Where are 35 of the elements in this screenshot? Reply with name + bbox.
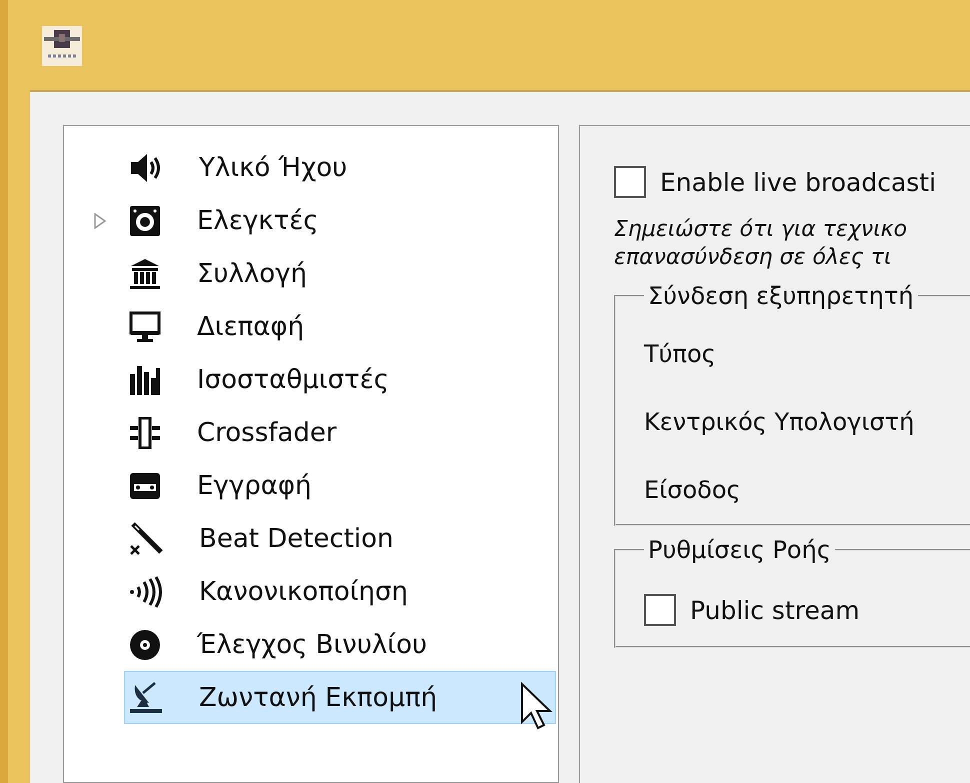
monitor-icon bbox=[129, 310, 161, 342]
sound-waves-icon bbox=[129, 576, 163, 608]
cassette-icon bbox=[129, 472, 161, 500]
slider-icon bbox=[129, 416, 161, 448]
cursor-icon bbox=[520, 682, 554, 730]
tree-item[interactable]: Crossfader bbox=[124, 406, 556, 459]
building-icon bbox=[129, 258, 161, 290]
satellite-dish-icon bbox=[129, 680, 163, 714]
tree-item[interactable]: Υλικό Ήχου bbox=[124, 141, 556, 194]
tree-item[interactable]: Ελεγκτές bbox=[124, 194, 556, 247]
tree-item[interactable]: Έλεγχος Βινυλίου bbox=[124, 618, 556, 671]
field-label: Τύπος bbox=[644, 340, 717, 368]
wand-icon bbox=[129, 522, 163, 556]
tree-item[interactable]: Εγγραφή bbox=[124, 459, 556, 512]
tree-item[interactable]: Ισοσταθμιστές bbox=[124, 353, 556, 406]
tree-item[interactable]: Κανονικοποίηση bbox=[124, 565, 556, 618]
checkbox-label: Public stream bbox=[690, 596, 860, 624]
note-text: Σημειώστε ότι για τεχνικο επανασύνδεση σε όλες τι bbox=[614, 216, 908, 272]
speaker-icon bbox=[129, 152, 163, 184]
field-label: Κεντρικός Υπολογιστή bbox=[644, 408, 916, 436]
app-icon bbox=[40, 24, 84, 68]
group-title: Ρυθμίσεις Ροής bbox=[647, 536, 832, 564]
speaker-box-icon bbox=[129, 204, 161, 236]
tree-item[interactable]: Ζωντανή Εκπομπή bbox=[124, 671, 556, 724]
equalizer-icon bbox=[129, 364, 161, 396]
checkbox[interactable] bbox=[644, 594, 676, 626]
tree-item[interactable]: Διεπαφή bbox=[124, 300, 556, 353]
disc-icon bbox=[129, 628, 161, 660]
expand-arrow-icon[interactable] bbox=[93, 212, 107, 228]
checkbox-label: Enable live broadcasti bbox=[660, 168, 936, 196]
tree-item[interactable]: Beat Detection bbox=[124, 512, 556, 565]
tree-item[interactable]: Συλλογή bbox=[124, 247, 556, 300]
field-label: Είσοδος bbox=[644, 476, 742, 504]
checkbox[interactable] bbox=[614, 166, 646, 198]
group-title: Σύνδεση εξυπηρετητή bbox=[647, 282, 915, 310]
